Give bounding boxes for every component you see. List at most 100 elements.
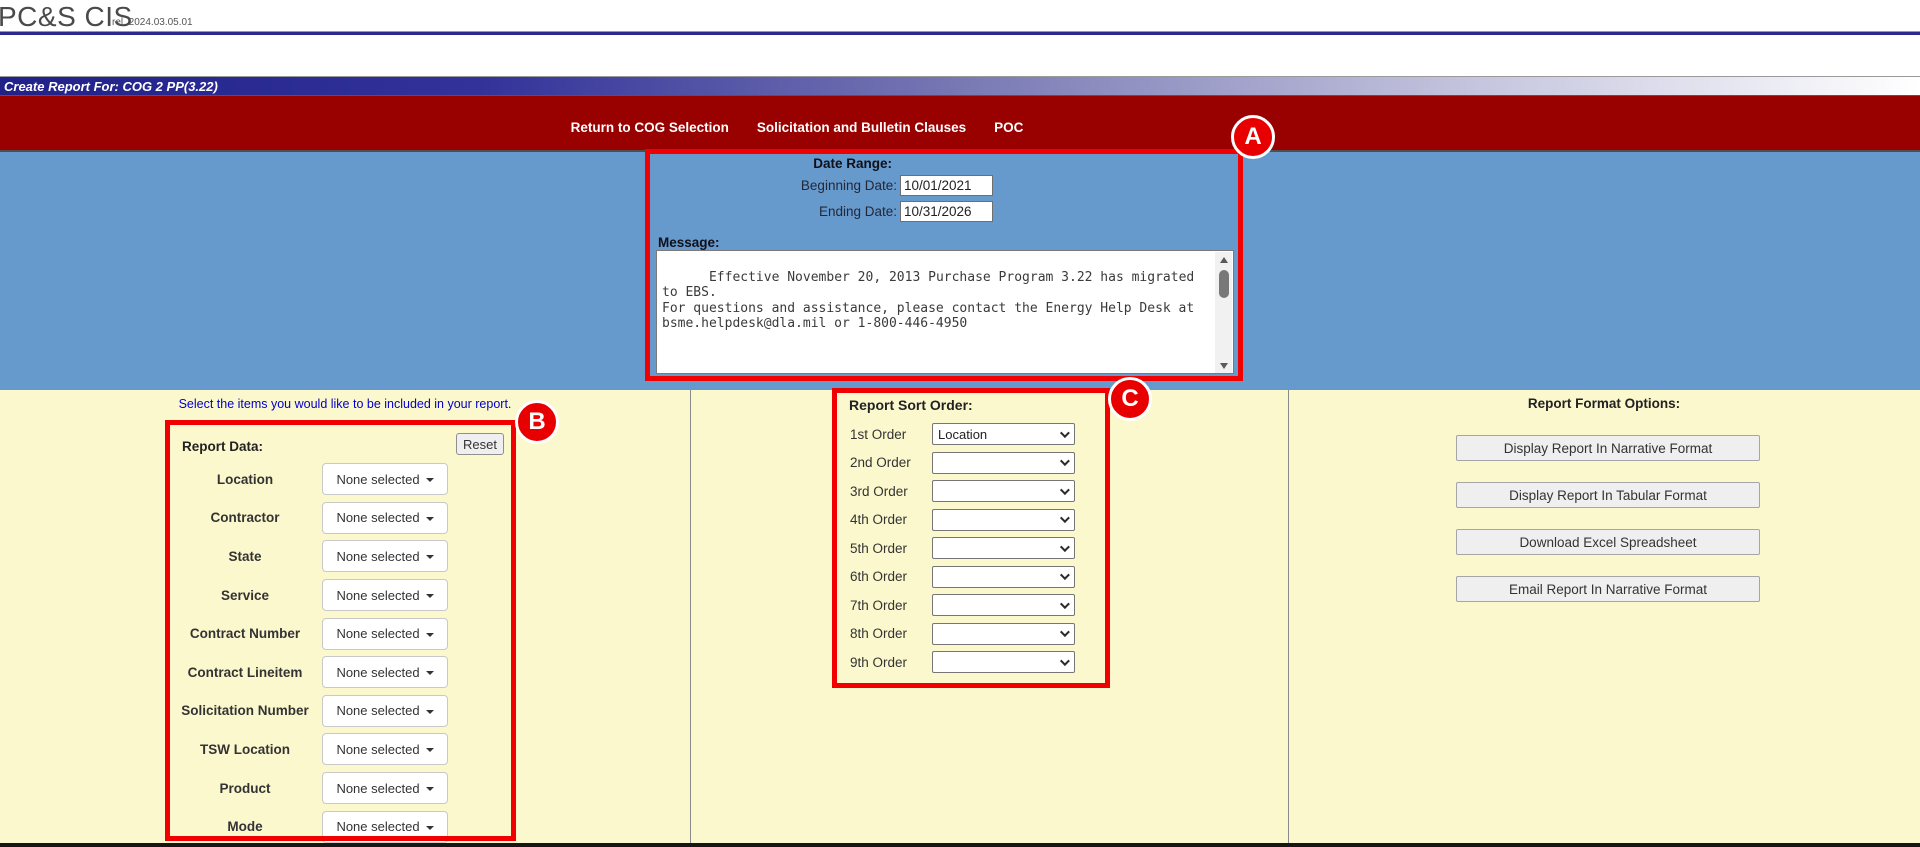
sort-5-select[interactable] bbox=[932, 537, 1075, 559]
contractor-dropdown[interactable]: None selected bbox=[322, 502, 448, 534]
mode-dropdown[interactable]: None selected bbox=[322, 811, 448, 843]
sort-5-label: 5th Order bbox=[837, 541, 932, 556]
caret-down-icon bbox=[426, 710, 434, 714]
nav-links: Return to COG Selection Solicitation and… bbox=[571, 120, 1024, 135]
caret-down-icon bbox=[426, 594, 434, 598]
contractor-dropdown-value: None selected bbox=[336, 510, 419, 525]
region-a-content: Date Range: Beginning Date: Ending Date:… bbox=[650, 154, 1237, 375]
sort-2-select[interactable] bbox=[932, 452, 1075, 474]
annotation-letter-b: B bbox=[528, 408, 545, 436]
contract-number-dropdown[interactable]: None selected bbox=[322, 618, 448, 650]
sort-6-select[interactable] bbox=[932, 566, 1075, 588]
scroll-down-icon[interactable] bbox=[1215, 358, 1232, 374]
sort-2-label: 2nd Order bbox=[837, 455, 932, 470]
message-scrollbar[interactable] bbox=[1215, 252, 1232, 374]
mode-dropdown-value: None selected bbox=[336, 819, 419, 834]
report-data-heading: Report Data: bbox=[182, 439, 263, 454]
report-data-row-state: State None selected bbox=[170, 537, 511, 576]
sort-row-2: 2nd Order bbox=[837, 449, 1105, 478]
caret-down-icon bbox=[426, 478, 434, 482]
solicitation-number-dropdown[interactable]: None selected bbox=[322, 695, 448, 727]
nav-link-solicitation-and-bulletin-clauses[interactable]: Solicitation and Bulletin Clauses bbox=[757, 120, 966, 135]
scrollbar-thumb[interactable] bbox=[1219, 270, 1229, 298]
chevron-down-icon bbox=[1060, 570, 1070, 580]
contract-number-label: Contract Number bbox=[170, 626, 320, 641]
sort-8-select[interactable] bbox=[932, 623, 1075, 645]
nav-bar: Return to COG Selection Solicitation and… bbox=[0, 96, 1920, 152]
product-label: Product bbox=[170, 781, 320, 796]
service-dropdown[interactable]: None selected bbox=[322, 579, 448, 611]
column-divider-2 bbox=[1288, 390, 1289, 843]
sort-9-label: 9th Order bbox=[837, 655, 932, 670]
report-format-buttons: Display Report In Narrative Format Displ… bbox=[1456, 435, 1760, 623]
caret-down-icon bbox=[426, 517, 434, 521]
sort-9-select[interactable] bbox=[932, 651, 1075, 673]
nav-link-return-to-cog-selection[interactable]: Return to COG Selection bbox=[571, 120, 729, 135]
report-data-row-service: Service None selected bbox=[170, 576, 511, 615]
download-excel-spreadsheet-button[interactable]: Download Excel Spreadsheet bbox=[1456, 529, 1760, 555]
sort-4-select[interactable] bbox=[932, 509, 1075, 531]
email-report-narrative-button[interactable]: Email Report In Narrative Format bbox=[1456, 576, 1760, 602]
caret-down-icon bbox=[426, 555, 434, 559]
report-data-row-mode: Mode None selected bbox=[170, 807, 511, 846]
chevron-down-icon bbox=[1060, 542, 1070, 552]
reset-button[interactable]: Reset bbox=[456, 433, 504, 455]
chevron-down-icon bbox=[1060, 456, 1070, 466]
report-data-row-location: Location None selected bbox=[170, 460, 511, 499]
date-range-heading: Date Range: bbox=[650, 156, 900, 171]
sort-row-9: 9th Order bbox=[837, 648, 1105, 677]
report-data-row-contractor: Contractor None selected bbox=[170, 499, 511, 538]
beginning-date-row: Beginning Date: bbox=[650, 174, 993, 196]
state-dropdown-value: None selected bbox=[336, 549, 419, 564]
scroll-up-icon[interactable] bbox=[1215, 252, 1232, 268]
page-title: Create Report For: COG 2 PP(3.22) bbox=[4, 79, 218, 94]
caret-down-icon bbox=[426, 633, 434, 637]
caret-down-icon bbox=[426, 787, 434, 791]
sort-3-label: 3rd Order bbox=[837, 484, 932, 499]
contract-number-dropdown-value: None selected bbox=[336, 626, 419, 641]
chevron-down-icon bbox=[1060, 656, 1070, 666]
state-dropdown[interactable]: None selected bbox=[322, 540, 448, 572]
report-data-row-solicitation-number: Solicitation Number None selected bbox=[170, 692, 511, 731]
ending-date-row: Ending Date: bbox=[650, 200, 993, 222]
solicitation-number-dropdown-value: None selected bbox=[336, 703, 419, 718]
product-dropdown[interactable]: None selected bbox=[322, 772, 448, 804]
sort-7-select[interactable] bbox=[932, 594, 1075, 616]
service-label: Service bbox=[170, 588, 320, 603]
sort-1-select[interactable]: Location bbox=[932, 423, 1075, 445]
annotation-circle-b: B bbox=[515, 400, 559, 444]
chevron-down-icon bbox=[1060, 513, 1070, 523]
contract-lineitem-dropdown[interactable]: None selected bbox=[322, 656, 448, 688]
contract-lineitem-dropdown-value: None selected bbox=[336, 665, 419, 680]
ending-date-input[interactable] bbox=[900, 201, 993, 222]
instruction-text: Select the items you would like to be in… bbox=[0, 397, 690, 411]
beginning-date-input[interactable] bbox=[900, 175, 993, 196]
location-label: Location bbox=[170, 472, 320, 487]
nav-link-poc[interactable]: POC bbox=[994, 120, 1023, 135]
tsw-location-dropdown-value: None selected bbox=[336, 742, 419, 757]
report-data-section: Report Data: Reset Location None selecte… bbox=[170, 425, 511, 836]
message-textarea[interactable]: Effective November 20, 2013 Purchase Pro… bbox=[656, 250, 1234, 374]
sort-3-select[interactable] bbox=[932, 480, 1075, 502]
tsw-location-dropdown[interactable]: None selected bbox=[322, 733, 448, 765]
location-dropdown[interactable]: None selected bbox=[322, 463, 448, 495]
display-report-narrative-button[interactable]: Display Report In Narrative Format bbox=[1456, 435, 1760, 461]
annotation-circle-c: C bbox=[1108, 377, 1152, 421]
display-report-tabular-button[interactable]: Display Report In Tabular Format bbox=[1456, 482, 1760, 508]
sort-1-value: Location bbox=[938, 427, 1060, 442]
ending-date-label: Ending Date: bbox=[650, 204, 900, 219]
service-dropdown-value: None selected bbox=[336, 588, 419, 603]
state-label: State bbox=[170, 549, 320, 564]
sort-row-4: 4th Order bbox=[837, 506, 1105, 535]
product-dropdown-value: None selected bbox=[336, 781, 419, 796]
sort-4-label: 4th Order bbox=[837, 512, 932, 527]
report-sort-order-section: Report Sort Order: 1st Order Location 2n… bbox=[837, 393, 1105, 683]
message-label: Message: bbox=[658, 235, 720, 250]
chevron-down-icon bbox=[1060, 485, 1070, 495]
caret-down-icon bbox=[426, 826, 434, 830]
tsw-location-label: TSW Location bbox=[170, 742, 320, 757]
annotation-circle-a: A bbox=[1231, 115, 1275, 159]
sort-row-5: 5th Order bbox=[837, 534, 1105, 563]
sort-1-label: 1st Order bbox=[837, 427, 932, 442]
sort-7-label: 7th Order bbox=[837, 598, 932, 613]
